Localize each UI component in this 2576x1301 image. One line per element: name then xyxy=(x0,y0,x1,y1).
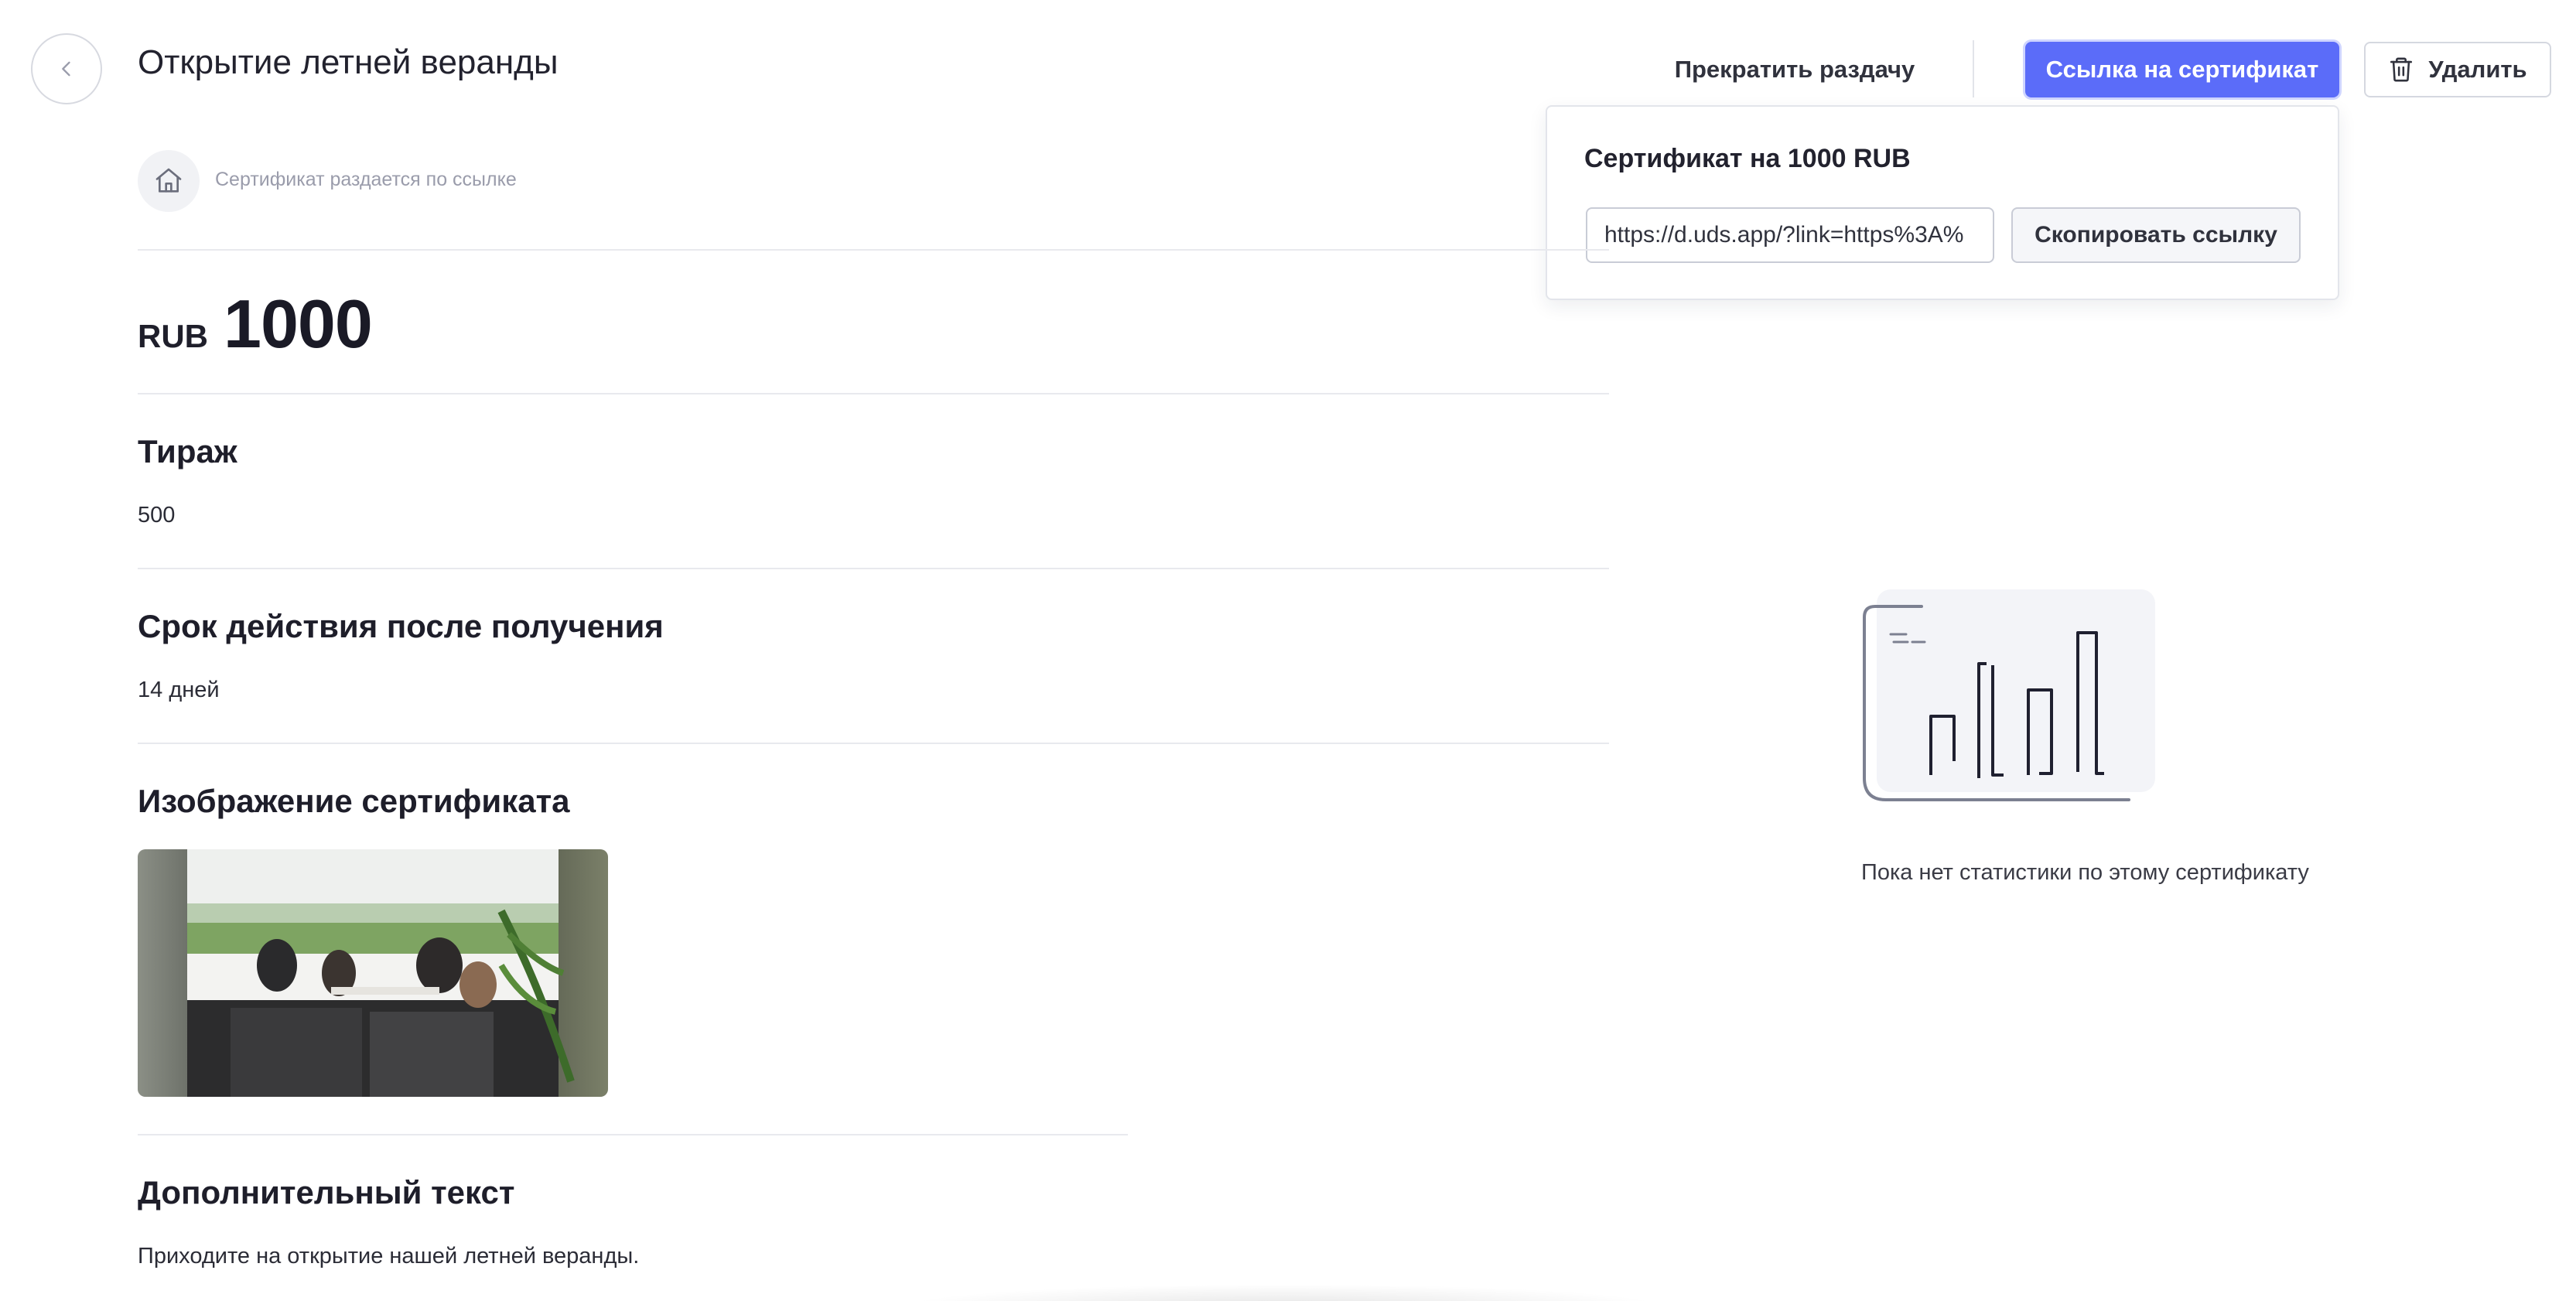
home-icon xyxy=(155,168,182,193)
certificate-image-title: Изображение сертификата xyxy=(138,783,570,819)
price-amount: 1000 xyxy=(224,285,373,362)
extra-text-title: Дополнительный текст xyxy=(138,1174,515,1211)
validity-title: Срок действия после получения xyxy=(138,608,664,644)
distribution-method-text: Сертификат раздается по ссылке xyxy=(215,169,517,190)
bar-chart-illustration xyxy=(1857,585,2160,809)
home-icon-badge xyxy=(138,150,200,212)
popover-title: Сертификат на 1000 RUB xyxy=(1584,144,1911,173)
delete-button[interactable]: Удалить xyxy=(2364,42,2551,97)
certificate-link-popover: Сертификат на 1000 RUB Скопировать ссылк… xyxy=(1546,105,2339,300)
certificate-detail-page: Открытие летней веранды Прекратить разда… xyxy=(0,0,2576,1301)
back-button[interactable] xyxy=(31,33,102,104)
divider xyxy=(138,393,1609,394)
certificate-link-button[interactable]: Ссылка на сертификат xyxy=(2025,42,2339,97)
divider xyxy=(138,1134,1128,1135)
chevron-left-icon xyxy=(62,61,70,77)
page-title: Открытие летней веранды xyxy=(138,43,559,81)
bottom-shadow xyxy=(897,1284,1671,1301)
circulation-title: Тираж xyxy=(138,433,237,470)
divider xyxy=(138,568,1609,569)
certificate-price: RUB 1000 xyxy=(138,285,373,362)
header-divider xyxy=(1973,40,1974,97)
trash-icon xyxy=(2390,57,2413,82)
no-statistics-text: Пока нет статистики по этому сертификату xyxy=(1861,860,2309,885)
price-currency: RUB xyxy=(138,318,208,354)
divider xyxy=(138,743,1609,744)
extra-text-value: Приходите на открытие нашей летней веран… xyxy=(138,1244,640,1269)
validity-value: 14 дней xyxy=(138,678,220,702)
delete-button-label: Удалить xyxy=(2428,56,2527,83)
certificate-link-field[interactable] xyxy=(1586,207,1994,263)
divider xyxy=(138,249,1609,251)
copy-link-button[interactable]: Скопировать ссылку xyxy=(2011,207,2301,263)
certificate-image xyxy=(138,849,608,1097)
circulation-value: 500 xyxy=(138,503,176,528)
stop-distribution-button[interactable]: Прекратить раздачу xyxy=(1663,39,1926,101)
